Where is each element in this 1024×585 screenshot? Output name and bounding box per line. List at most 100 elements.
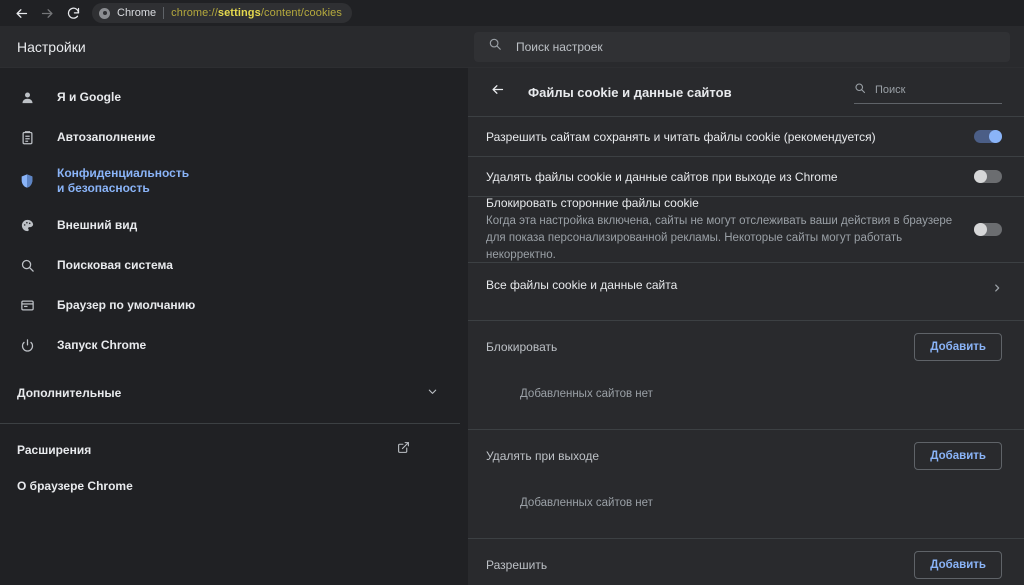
browser-toolbar: Chrome chrome://settings/content/cookies: [0, 0, 1024, 26]
section-label: Удалять при выходе: [486, 449, 914, 463]
setting-text: Удалять файлы cookie и данные сайтов при…: [486, 169, 974, 185]
sidebar-item-search-engine[interactable]: Поисковая система: [0, 245, 460, 285]
sidebar-item-privacy-and-security[interactable]: Конфиденциальность и безопасность: [0, 157, 460, 205]
toggle-knob: [974, 170, 987, 183]
toggle-block-third-party[interactable]: [974, 223, 1002, 236]
sidebar-item-autofill[interactable]: Автозаполнение: [0, 117, 460, 157]
search-icon: [854, 81, 866, 99]
exception-section-clear-on-exit: Удалять при выходе Добавить Добавленных …: [468, 429, 1024, 524]
section-spacer: [468, 415, 1024, 429]
setting-allow-cookies[interactable]: Разрешить сайтам сохранять и читать файл…: [468, 116, 1024, 156]
add-button-allow[interactable]: Добавить: [914, 551, 1002, 579]
arrow-left-icon: [14, 6, 29, 21]
sidebar-item-label: О браузере Chrome: [17, 479, 410, 493]
link-all-cookies-and-site-data[interactable]: Все файлы cookie и данные сайта: [468, 262, 1024, 306]
link-text: Все файлы cookie и данные сайта: [486, 277, 992, 293]
sidebar-item-appearance[interactable]: Внешний вид: [0, 205, 460, 245]
back-button[interactable]: [8, 0, 34, 26]
section-header: Блокировать Добавить: [468, 321, 1024, 373]
shield-icon: [17, 171, 37, 191]
setting-block-third-party[interactable]: Блокировать сторонние файлы cookie Когда…: [468, 196, 1024, 262]
clipboard-icon: [17, 127, 37, 147]
chevron-down-icon: [427, 384, 438, 402]
arrow-right-icon: [40, 6, 55, 21]
sidebar-divider: [0, 423, 460, 424]
back-button[interactable]: [486, 81, 508, 103]
section-spacer: [468, 524, 1024, 538]
search-input[interactable]: Поиск настроек: [474, 32, 1010, 62]
cookies-page-title: Файлы cookie и данные сайтов: [528, 85, 854, 100]
toggle-allow-cookies[interactable]: [974, 130, 1002, 143]
toggle-knob: [974, 223, 987, 236]
empty-state-text: Добавленных сайтов нет: [520, 388, 653, 400]
sidebar-item-label: Запуск Chrome: [57, 338, 146, 353]
sidebar-item-startup[interactable]: Запуск Chrome: [0, 325, 460, 365]
settings-app: Настройки Я и Google Автозаполнение Конф: [0, 26, 1024, 585]
sidebar-item-label: Внешний вид: [57, 218, 137, 233]
page-title: Настройки: [17, 39, 86, 55]
palette-icon: [17, 215, 37, 235]
sidebar-item-you-and-google[interactable]: Я и Google: [0, 77, 460, 117]
toggle-clear-on-exit[interactable]: [974, 170, 1002, 183]
add-button-clear-on-exit[interactable]: Добавить: [914, 442, 1002, 470]
reload-icon: [66, 6, 81, 21]
setting-text: Блокировать сторонние файлы cookie Когда…: [486, 195, 974, 264]
reload-button[interactable]: [60, 0, 86, 26]
setting-description: Когда эта настройка включена, сайты не м…: [486, 213, 954, 264]
sidebar-item-default-browser[interactable]: Браузер по умолчанию: [0, 285, 460, 325]
settings-search-bar: Поиск настроек: [460, 26, 1024, 68]
sidebar-menu: Я и Google Автозаполнение Конфиденциальн…: [0, 68, 460, 504]
empty-state-clear-on-exit: Добавленных сайтов нет: [468, 482, 1024, 524]
person-icon: [17, 87, 37, 107]
section-spacer: [468, 306, 1024, 320]
sidebar-item-label: Поисковая система: [57, 258, 173, 273]
exception-section-allow: Разрешить Добавить Добавленных сайтов не…: [468, 538, 1024, 585]
external-link-icon: [397, 441, 410, 459]
forward-button[interactable]: [34, 0, 60, 26]
cookies-page-header: Файлы cookie и данные сайтов Поиск: [468, 68, 1024, 116]
address-bar-url: chrome://settings/content/cookies: [171, 7, 342, 19]
add-button-block[interactable]: Добавить: [914, 333, 1002, 361]
sidebar-header: Настройки: [0, 26, 460, 68]
section-header: Удалять при выходе Добавить: [468, 430, 1024, 482]
toggle-knob: [989, 130, 1002, 143]
address-bar[interactable]: Chrome chrome://settings/content/cookies: [92, 3, 352, 23]
url-prefix: chrome://: [171, 7, 218, 19]
sidebar: Настройки Я и Google Автозаполнение Конф: [0, 26, 460, 585]
omnibox-divider: [163, 7, 164, 19]
sidebar-item-label: Браузер по умолчанию: [57, 298, 195, 313]
sidebar-item-advanced[interactable]: Дополнительные: [0, 371, 460, 415]
section-label: Разрешить: [486, 558, 914, 572]
setting-text: Разрешить сайтам сохранять и читать файл…: [486, 129, 974, 145]
power-icon: [17, 335, 37, 355]
setting-title: Блокировать сторонние файлы cookie: [486, 195, 954, 211]
setting-title: Разрешить сайтам сохранять и читать файл…: [486, 129, 954, 145]
empty-state-text: Добавленных сайтов нет: [520, 497, 653, 509]
setting-clear-on-exit[interactable]: Удалять файлы cookie и данные сайтов при…: [468, 156, 1024, 196]
link-label: Все файлы cookie и данные сайта: [486, 277, 972, 293]
setting-title: Удалять файлы cookie и данные сайтов при…: [486, 169, 954, 185]
sidebar-item-label: Я и Google: [57, 90, 121, 105]
sidebar-item-label: Дополнительные: [17, 386, 427, 400]
chrome-favicon: [99, 8, 110, 19]
sidebar-item-label: Расширения: [17, 443, 397, 457]
browser-window-icon: [17, 295, 37, 315]
arrow-left-icon: [490, 82, 505, 102]
sidebar-item-extensions[interactable]: Расширения: [0, 432, 460, 468]
exception-section-block: Блокировать Добавить Добавленных сайтов …: [468, 320, 1024, 415]
settings-scroll-area: Файлы cookie и данные сайтов Поиск Разре…: [460, 68, 1024, 585]
sidebar-item-about-chrome[interactable]: О браузере Chrome: [0, 468, 460, 504]
search-icon: [488, 37, 502, 56]
sidebar-item-label: Конфиденциальность и безопасность: [57, 166, 187, 196]
chevron-right-icon: [992, 280, 1002, 290]
search-placeholder: Поиск настроек: [516, 40, 603, 54]
main-content: Поиск настроек Файлы cookie и данные сай…: [460, 26, 1024, 585]
section-label: Блокировать: [486, 340, 914, 354]
site-label: Chrome: [117, 7, 156, 19]
section-header: Разрешить Добавить: [468, 539, 1024, 585]
sidebar-item-label: Автозаполнение: [57, 130, 155, 145]
inline-search-input[interactable]: Поиск: [854, 81, 1002, 104]
empty-state-block: Добавленных сайтов нет: [468, 373, 1024, 415]
url-highlight: settings: [218, 7, 261, 19]
search-icon: [17, 255, 37, 275]
